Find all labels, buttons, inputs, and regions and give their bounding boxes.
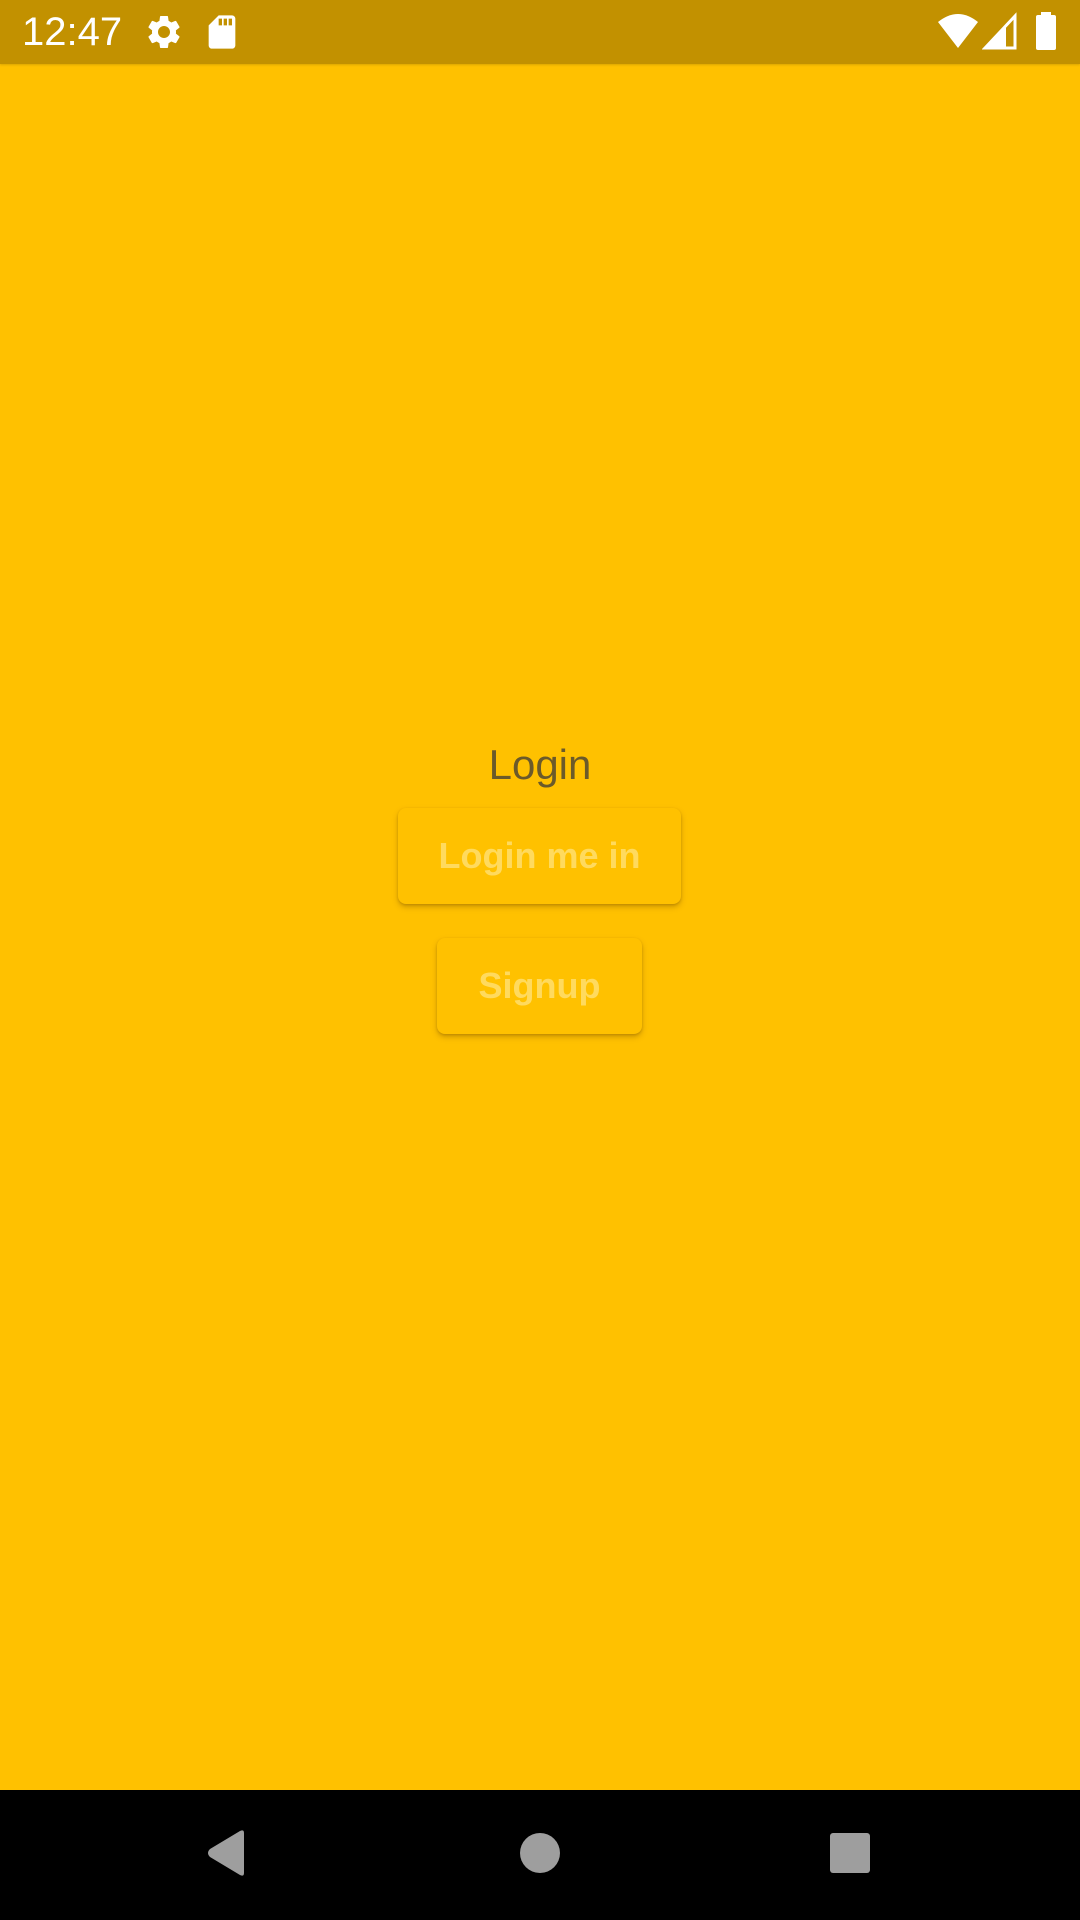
recents-icon [829, 1832, 871, 1879]
sd-card-icon [202, 12, 242, 52]
back-icon [204, 1829, 248, 1882]
app-screen: 12:47 Login Login me in Signup [0, 0, 1080, 1920]
status-time: 12:47 [22, 10, 123, 54]
recents-button[interactable] [790, 1790, 910, 1920]
home-icon [519, 1832, 561, 1879]
login-screen-content: Login Login me in Signup [0, 64, 1080, 1790]
page-title: Login [488, 741, 592, 788]
navigation-bar [0, 1790, 1080, 1920]
signup-button[interactable]: Signup [437, 938, 642, 1034]
login-me-in-button[interactable]: Login me in [398, 808, 681, 904]
battery-icon [1034, 12, 1058, 52]
settings-icon [144, 12, 184, 52]
signal-icon [982, 12, 1018, 52]
home-button[interactable] [480, 1790, 600, 1920]
back-button[interactable] [166, 1790, 286, 1920]
wifi-icon [936, 12, 980, 52]
status-bar: 12:47 [0, 0, 1080, 64]
